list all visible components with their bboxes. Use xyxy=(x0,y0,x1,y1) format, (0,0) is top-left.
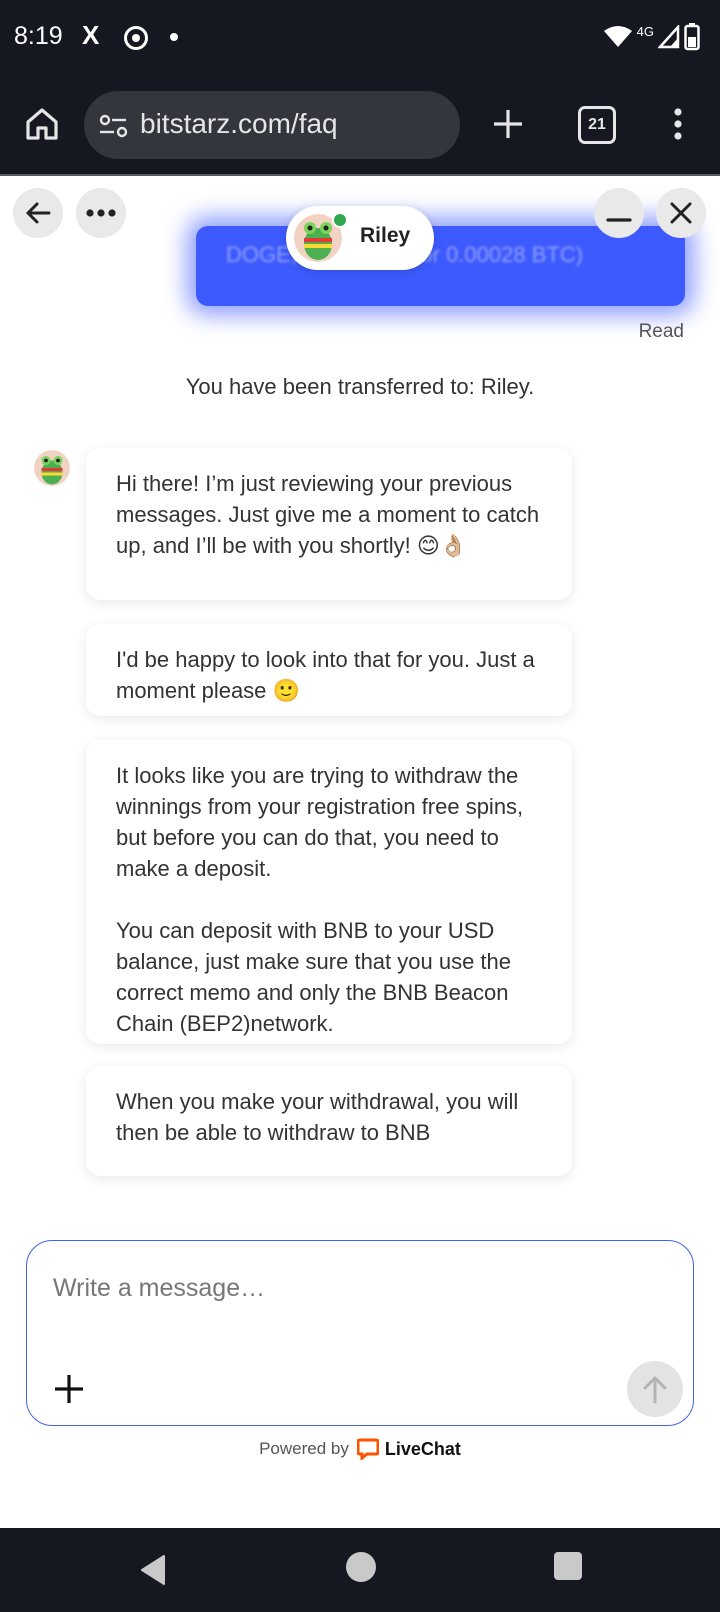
tab-switcher-button[interactable]: 21 xyxy=(578,106,616,144)
url-text: bitstarz.com/faq xyxy=(140,108,338,139)
arrow-left-icon xyxy=(26,202,51,224)
status-time: 8:19 xyxy=(14,22,63,50)
agent-message-avatar xyxy=(34,450,70,486)
site-settings-icon[interactable] xyxy=(98,111,130,141)
read-receipt: Read xyxy=(638,321,684,342)
home-icon[interactable] xyxy=(22,104,62,144)
livechat-brand-name: LiveChat xyxy=(384,1438,461,1459)
new-tab-icon[interactable] xyxy=(488,104,528,144)
wifi-icon xyxy=(603,26,632,47)
agent-message: It looks like you are trying to withdraw… xyxy=(86,740,572,1044)
agent-message: Hi there! I’m just reviewing your previo… xyxy=(86,448,572,600)
system-transfer-message: You have been transferred to: Riley. xyxy=(185,374,535,399)
powered-by-footer: Powered by LiveChat xyxy=(0,1438,720,1460)
close-icon xyxy=(670,202,692,224)
livechat-brand-link[interactable]: LiveChat xyxy=(356,1438,461,1460)
more-horizontal-icon xyxy=(86,209,116,217)
back-button[interactable] xyxy=(13,188,63,238)
add-attachment-icon[interactable] xyxy=(49,1369,89,1409)
browser-toolbar: bitstarz.com/faq 21 xyxy=(0,76,720,176)
frog-avatar-icon xyxy=(34,450,70,486)
close-button[interactable] xyxy=(656,188,706,238)
agent-name: Riley xyxy=(360,224,411,247)
online-status-dot xyxy=(332,212,348,228)
notification-dot-icon xyxy=(170,33,178,41)
nav-recents-icon[interactable] xyxy=(554,1552,582,1580)
overflow-menu-icon[interactable] xyxy=(666,104,690,144)
chat-window: DOGE, 0.009 ETH, or 0.00028 BTC) Riley xyxy=(0,176,720,1528)
minimize-button[interactable] xyxy=(594,188,644,238)
message-composer xyxy=(26,1240,694,1426)
signal-icon xyxy=(658,25,680,49)
arrow-up-icon xyxy=(643,1376,667,1404)
system-navigation-bar xyxy=(0,1528,720,1612)
nav-back-icon[interactable] xyxy=(136,1552,172,1588)
message-input[interactable] xyxy=(51,1267,655,1309)
address-bar[interactable]: bitstarz.com/faq xyxy=(84,91,460,159)
network-type-label: 4G xyxy=(636,23,654,39)
status-indicators: 4G xyxy=(603,22,700,52)
send-button[interactable] xyxy=(627,1361,683,1417)
agent-message: I'd be happy to look into that for you. … xyxy=(86,624,572,716)
x-app-icon: X xyxy=(82,20,100,50)
livechat-logo-icon xyxy=(356,1438,379,1460)
status-bar: 8:19 X 4G xyxy=(0,0,720,76)
powered-by-label: Powered by xyxy=(259,1439,349,1458)
agent-header-pill: Riley xyxy=(286,206,434,270)
chat-options-button[interactable] xyxy=(76,188,126,238)
agent-message: When you make your withdrawal, you will … xyxy=(86,1066,572,1176)
nav-home-icon[interactable] xyxy=(346,1552,376,1582)
chrome-icon xyxy=(124,26,148,50)
minimize-icon xyxy=(606,218,632,222)
user-message-bubble: DOGE, 0.009 ETH, or 0.00028 BTC) xyxy=(196,226,685,306)
battery-icon xyxy=(684,23,700,51)
